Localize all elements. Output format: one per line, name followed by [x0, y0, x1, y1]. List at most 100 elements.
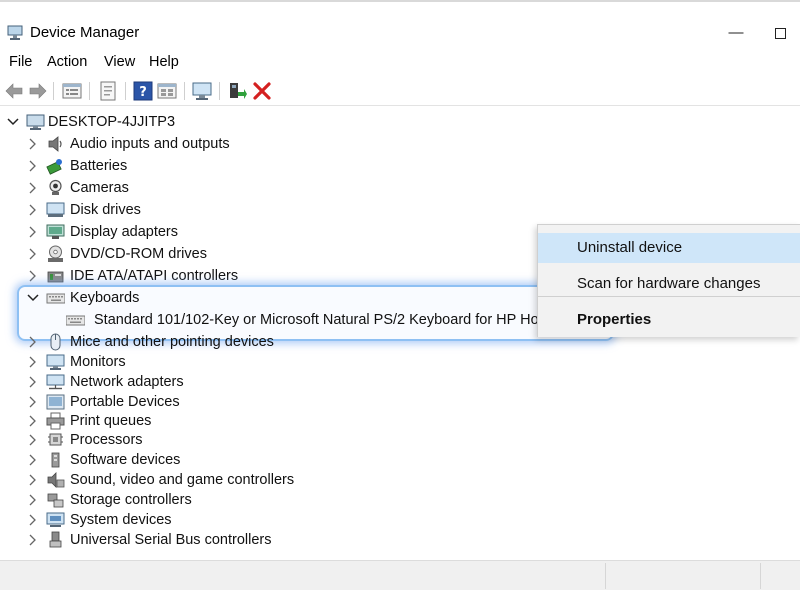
tree-item-label: Cameras [70, 180, 129, 196]
tree-item-storage-controllers[interactable]: Storage controllers [26, 489, 326, 511]
chevron-right-icon[interactable] [26, 224, 40, 240]
tree-item-label: Software devices [70, 452, 181, 468]
keyboard-icon [46, 293, 65, 304]
chevron-right-icon[interactable] [26, 334, 40, 350]
back-arrow-icon[interactable] [3, 80, 25, 102]
tree-item-mice[interactable]: Mice and other pointing devices [26, 331, 326, 353]
tree-item-system-devices[interactable]: System devices [26, 509, 326, 531]
tree-item-keyboard-device[interactable]: Standard 101/102-Key or Microsoft Natura… [66, 309, 620, 331]
tree-item-ide-controllers[interactable]: IDE ATA/ATAPI controllers [26, 265, 326, 287]
chevron-right-icon[interactable] [26, 512, 40, 528]
speaker-icon [48, 136, 62, 152]
chevron-right-icon[interactable] [26, 136, 40, 152]
tree-item-network-adapters[interactable]: Network adapters [26, 371, 326, 393]
chevron-right-icon[interactable] [26, 432, 40, 448]
mouse-icon [50, 333, 61, 351]
uninstall-device-menu-item[interactable]: Uninstall device [538, 233, 800, 263]
chevron-right-icon[interactable] [26, 158, 40, 174]
menu-file[interactable]: File [9, 53, 32, 71]
chevron-right-icon[interactable] [26, 532, 40, 548]
chevron-right-icon[interactable] [26, 472, 40, 488]
tree-item-processors[interactable]: Processors [26, 429, 326, 451]
chevron-right-icon[interactable] [26, 202, 40, 218]
sound-controller-icon [47, 472, 65, 488]
tree-item-display-adapters[interactable]: Display adapters [26, 221, 326, 243]
tree-item-label: IDE ATA/ATAPI controllers [70, 268, 239, 284]
tree-item-label: Print queues [70, 413, 152, 429]
tree-view-icon[interactable] [61, 80, 83, 102]
properties-sheet-icon[interactable] [97, 80, 119, 102]
grid-view-icon[interactable] [156, 80, 178, 102]
tree-item-label: Processors [70, 432, 143, 448]
tree-item-label: Display adapters [70, 224, 178, 240]
menu-action[interactable]: Action [47, 53, 87, 71]
title-bar: Device Manager — [0, 0, 800, 48]
context-menu-separator [538, 296, 800, 297]
properties-menu-item[interactable]: Properties [538, 305, 800, 335]
tree-item-label: Network adapters [70, 374, 184, 390]
battery-icon [46, 159, 62, 175]
toolbar-separator [219, 82, 220, 100]
tree-item-monitors[interactable]: Monitors [26, 351, 326, 373]
context-menu: Uninstall device Scan for hardware chang… [537, 224, 800, 337]
menu-view[interactable]: View [104, 53, 135, 71]
chevron-right-icon[interactable] [26, 246, 40, 262]
chevron-right-icon[interactable] [26, 354, 40, 370]
storage-controller-icon [47, 493, 64, 508]
tree-item-keyboards[interactable]: Keyboards [26, 287, 326, 309]
tree-item-cameras[interactable]: Cameras [26, 177, 326, 199]
chevron-right-icon[interactable] [26, 413, 40, 429]
tree-item-software-devices[interactable]: Software devices [26, 449, 326, 471]
tree-item-label: Keyboards [70, 290, 140, 306]
network-adapter-icon [46, 374, 65, 390]
tree-item-label: Universal Serial Bus controllers [70, 532, 272, 548]
display-adapter-icon [46, 224, 65, 239]
system-device-icon [46, 512, 65, 527]
chevron-right-icon[interactable] [26, 452, 40, 468]
chevron-right-icon[interactable] [26, 268, 40, 284]
disk-drive-icon [46, 202, 65, 217]
tree-item-label: Batteries [70, 158, 128, 174]
menu-bar: File Action View Help [0, 48, 800, 76]
tree-item-audio[interactable]: Audio inputs and outputs [26, 133, 326, 155]
menu-help[interactable]: Help [149, 53, 179, 71]
forward-arrow-icon[interactable] [27, 80, 49, 102]
chevron-right-icon[interactable] [26, 492, 40, 508]
status-bar [0, 560, 800, 590]
tree-item-label: Portable Devices [70, 394, 180, 410]
tree-item-label: Monitors [70, 354, 126, 370]
printer-icon [46, 412, 65, 430]
maximize-button[interactable] [760, 22, 800, 44]
chevron-down-icon[interactable] [26, 290, 40, 306]
tree-item-dvd-drives[interactable]: DVD/CD-ROM drives [26, 243, 326, 265]
tree-item-label: Disk drives [70, 202, 141, 218]
chevron-right-icon[interactable] [26, 374, 40, 390]
scan-hardware-menu-item[interactable]: Scan for hardware changes [538, 269, 800, 299]
tree-item-sound-controllers[interactable]: Sound, video and game controllers [26, 469, 346, 491]
tree-item-usb-controllers[interactable]: Universal Serial Bus controllers [26, 529, 326, 551]
status-divider [605, 563, 606, 589]
dvd-drive-icon [48, 245, 63, 262]
toolbar-separator [89, 82, 90, 100]
software-device-icon [51, 452, 60, 468]
uninstall-x-icon[interactable] [251, 80, 273, 102]
chevron-right-icon[interactable] [26, 180, 40, 196]
tree-root[interactable]: DESKTOP-4JJITP3 [6, 111, 306, 133]
keyboard-icon [66, 315, 85, 326]
device-manager-icon [7, 25, 23, 40]
chevron-down-icon[interactable] [6, 114, 20, 130]
tree-item-batteries[interactable]: Batteries [26, 155, 326, 177]
scan-monitor-icon[interactable] [191, 80, 213, 102]
tree-item-label: DVD/CD-ROM drives [70, 246, 207, 262]
computer-icon [26, 114, 45, 130]
help-icon[interactable]: ? [132, 80, 154, 102]
tree-item-label: Audio inputs and outputs [70, 136, 230, 152]
tree-item-disk-drives[interactable]: Disk drives [26, 199, 326, 221]
camera-icon [49, 179, 62, 195]
window-title: Device Manager [30, 24, 140, 41]
update-driver-icon[interactable] [226, 80, 248, 102]
minimize-button[interactable]: — [716, 22, 756, 44]
chevron-right-icon[interactable] [26, 394, 40, 410]
toolbar-separator [125, 82, 126, 100]
tree-item-label: Sound, video and game controllers [70, 472, 295, 488]
